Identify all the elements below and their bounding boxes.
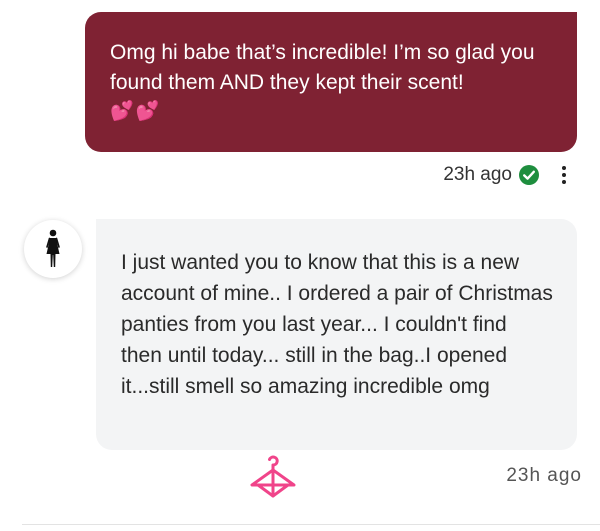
divider [22,524,600,525]
heart-emoji: 💕💕 [110,101,162,122]
received-message-bubble: I just wanted you to know that this is a… [96,219,577,450]
sent-message-text: Omg hi babe that’s incredible! I’m so gl… [110,41,535,94]
hanger-icon [246,449,300,503]
woman-figure-icon [46,229,60,267]
sent-timestamp: 23h ago [443,164,512,185]
more-vertical-icon[interactable] [556,163,572,187]
received-timestamp: 23h ago [506,465,582,486]
received-message-text: I just wanted you to know that this is a… [121,251,553,398]
check-circle-icon [518,164,540,186]
avatar[interactable] [24,220,82,278]
sent-message-bubble: Omg hi babe that’s incredible! I’m so gl… [85,12,577,152]
sent-message-meta: 23h ago [443,160,572,190]
